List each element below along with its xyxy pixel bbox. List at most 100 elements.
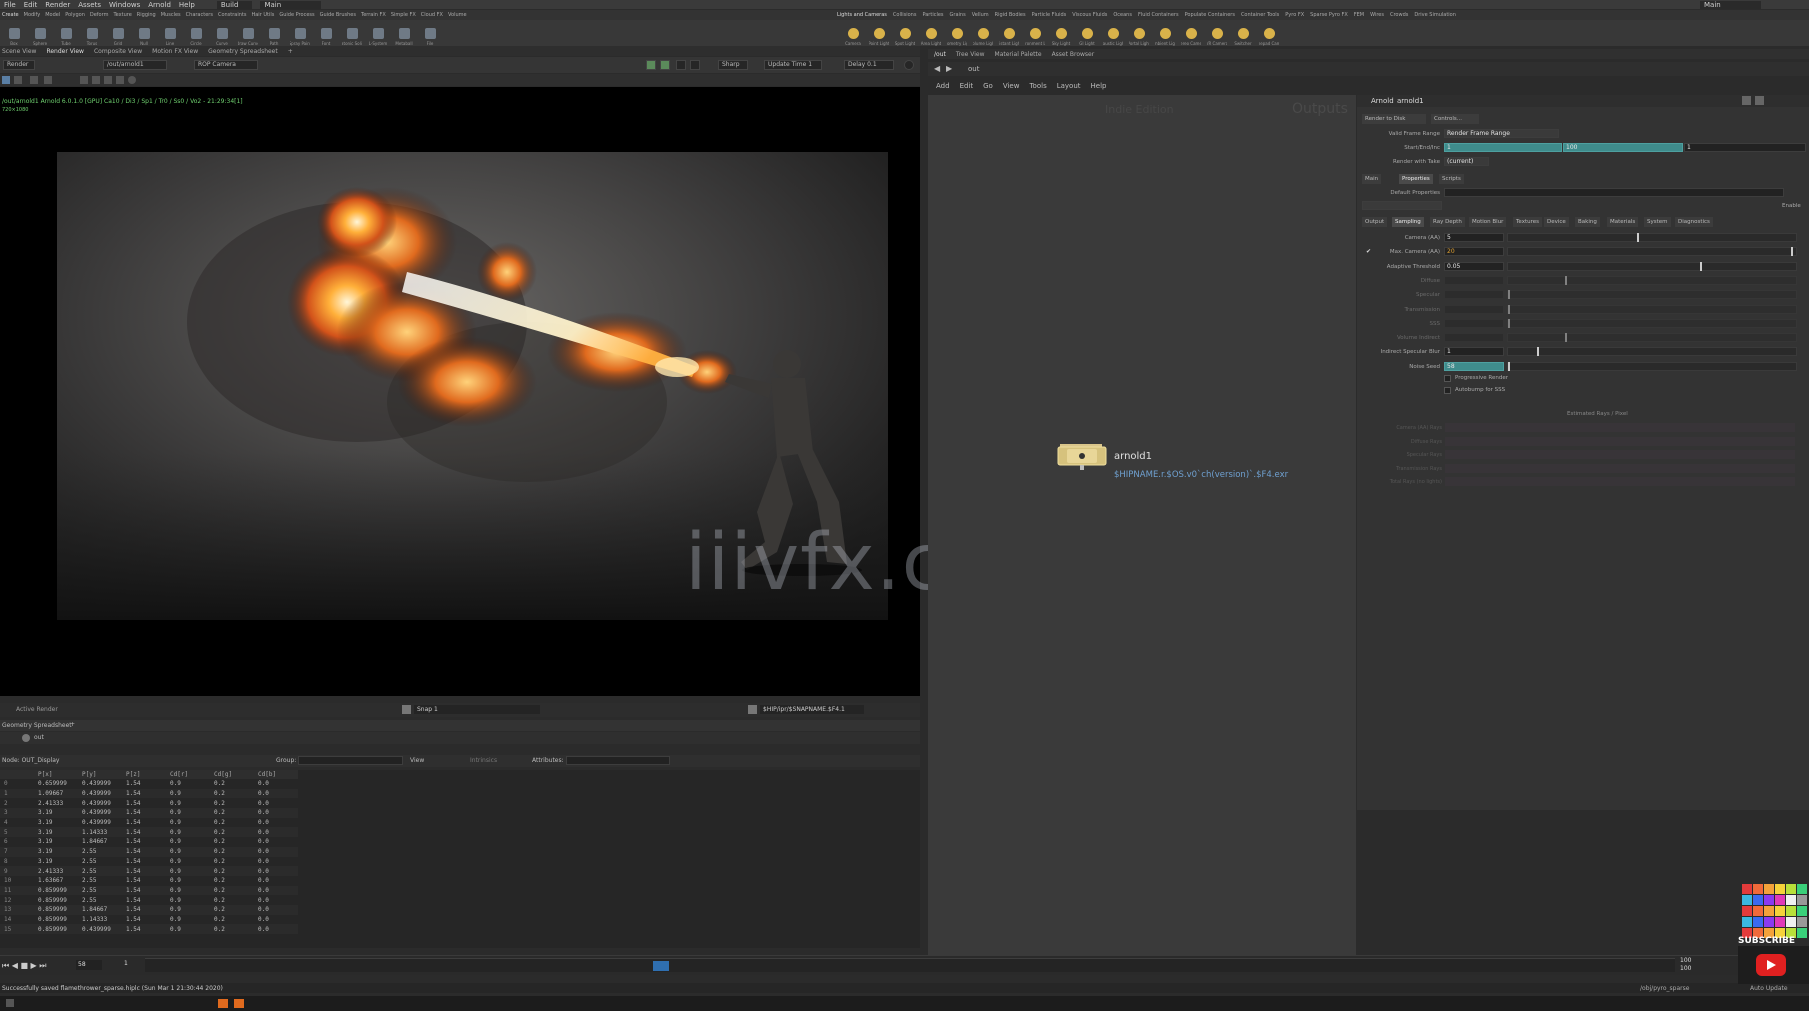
tab-motion-fx-view[interactable]: Motion FX View: [152, 48, 198, 55]
group-field[interactable]: [298, 756, 403, 765]
shelf-tab-sparse-pyro-fx[interactable]: Sparse Pyro FX: [1310, 12, 1348, 18]
column-header[interactable]: P[z]: [122, 770, 166, 779]
back-icon[interactable]: ◀: [934, 64, 940, 73]
param-tab-textures[interactable]: Textures: [1513, 217, 1542, 227]
param-field-noise-seed[interactable]: 58: [1444, 361, 1504, 371]
menu-render[interactable]: Render: [45, 1, 70, 9]
param-tab-ray-depth[interactable]: Ray Depth: [1430, 217, 1465, 227]
table-row[interactable]: 11 0.859999 2.55 1.54 0.9 0.2 0.0: [0, 885, 298, 896]
table-row[interactable]: 13 0.859999 1.84667 1.54 0.9 0.2 0.0: [0, 904, 298, 915]
properties-button[interactable]: [1362, 201, 1442, 210]
houdini-task-icon[interactable]: [218, 999, 228, 1008]
move-icon[interactable]: [92, 76, 100, 84]
end-frame-field[interactable]: 100: [1563, 143, 1683, 152]
param-field-transmission[interactable]: [1444, 304, 1504, 314]
menu-help[interactable]: Help: [179, 1, 195, 9]
end-frame[interactable]: 100: [1680, 957, 1691, 964]
grid-icon[interactable]: [80, 76, 88, 84]
shelf-tab-simple-fx[interactable]: Simple FX: [391, 12, 416, 18]
param-tab-baking[interactable]: Baking: [1575, 217, 1600, 227]
shelf-tab-fluid-containers[interactable]: Fluid Containers: [1138, 12, 1179, 18]
shelf-tool-file[interactable]: File: [420, 21, 440, 46]
table-row[interactable]: 3 3.19 0.439999 1.54 0.9 0.2 0.0: [0, 808, 298, 818]
valid-frame-range-select[interactable]: Render Frame Range: [1444, 129, 1559, 138]
table-row[interactable]: 0 0.659999 0.439999 1.54 0.9 0.2 0.0: [0, 779, 298, 789]
param-tab-diagnostics[interactable]: Diagnostics: [1675, 217, 1713, 227]
snapshot-icon[interactable]: [660, 60, 670, 70]
youtube-play-icon[interactable]: [1756, 954, 1786, 976]
tab-geometry-spreadsheet[interactable]: Geometry Spreadsheet: [208, 48, 278, 55]
slider-handle[interactable]: [1565, 333, 1568, 343]
column-header[interactable]: P[x]: [34, 770, 78, 779]
tab-scene-view[interactable]: Scene View: [2, 48, 36, 55]
shelf-tab-grains[interactable]: Grains: [950, 12, 966, 18]
main-selector-right[interactable]: Main: [1700, 0, 1761, 9]
end-frame-2[interactable]: 100: [1680, 965, 1691, 972]
shelf-tool-environment-light[interactable]: Environment Light: [1025, 21, 1045, 46]
menu-arnold[interactable]: Arnold: [148, 1, 171, 9]
start-frame[interactable]: 1: [124, 960, 128, 967]
shelf-tool-distant-light[interactable]: Distant Light: [999, 21, 1019, 46]
shelf-tab-viscous-fluids[interactable]: Viscous Fluids: [1072, 12, 1107, 18]
network-canvas[interactable]: [928, 95, 1356, 955]
param-tab-scripts[interactable]: Scripts: [1439, 174, 1464, 184]
shelf-tab-deform[interactable]: Deform: [90, 12, 109, 18]
column-header[interactable]: Cd[r]: [166, 770, 210, 779]
shelf-tool-box[interactable]: Box: [4, 21, 24, 46]
column-header[interactable]: Cd[g]: [210, 770, 254, 779]
shelf-tool-l-system[interactable]: L-System: [368, 21, 388, 46]
slider-handle[interactable]: [1508, 318, 1510, 328]
view-selector[interactable]: View: [410, 757, 424, 764]
param-tab-system[interactable]: System: [1644, 217, 1671, 227]
autobump-sss-checkbox[interactable]: [1444, 387, 1451, 394]
start-icon[interactable]: [6, 999, 14, 1007]
shelf-tool-sphere[interactable]: Sphere: [30, 21, 50, 46]
shelf-tab-guide-process[interactable]: Guide Process: [279, 12, 314, 18]
network-tab-asset-browser[interactable]: Asset Browser: [1052, 51, 1095, 58]
preview-icon[interactable]: [646, 60, 656, 70]
table-row[interactable]: 15 0.859999 0.439999 1.54 0.9 0.2 0.0: [0, 924, 298, 934]
zoom-icon[interactable]: [690, 60, 700, 70]
slider-handle[interactable]: [1791, 247, 1794, 257]
column-header[interactable]: [0, 770, 34, 779]
param-slider-noise-seed[interactable]: [1507, 361, 1797, 371]
param-slider-camera-aa[interactable]: [1507, 233, 1797, 242]
shelf-tool-sky-light[interactable]: Sky Light: [1051, 21, 1071, 46]
network-menu-edit[interactable]: Edit: [960, 82, 974, 90]
playback-controls[interactable]: ⏮ ◀ ■ ▶ ⏭: [2, 961, 46, 971]
param-field-indirect-specular-blur[interactable]: 1: [1444, 347, 1504, 357]
shelf-tool-tube[interactable]: Tube: [56, 21, 76, 46]
menu-file[interactable]: File: [4, 1, 16, 9]
shelf-tool-torus[interactable]: Torus: [82, 21, 102, 46]
param-slider-adaptive-threshold[interactable]: [1507, 261, 1797, 271]
shelf-tool-metaball[interactable]: Metaball: [394, 21, 414, 46]
intrinsics-selector[interactable]: Intrinsics: [470, 757, 497, 764]
shelf-tool-volume-light[interactable]: Volume Light: [973, 21, 993, 46]
param-slider-transmission[interactable]: [1507, 304, 1797, 314]
region-icon[interactable]: [2, 76, 10, 84]
render-to-disk-button[interactable]: Render to Disk: [1362, 114, 1426, 124]
slider-handle[interactable]: [1508, 361, 1510, 371]
spreadsheet-path[interactable]: out: [34, 734, 44, 741]
param-slider-indirect-specular-blur[interactable]: [1507, 347, 1797, 357]
table-row[interactable]: 12 0.859999 2.55 1.54 0.9 0.2 0.0: [0, 895, 298, 905]
current-frame-field[interactable]: 58: [76, 960, 102, 970]
shelf-tool-curve[interactable]: Curve: [212, 21, 232, 46]
shelf-tool-spot-light[interactable]: Spot Light: [895, 21, 915, 46]
shelf-tool-gamepad-camera[interactable]: Gamepad Camera: [1259, 21, 1279, 46]
help-icon[interactable]: [904, 60, 914, 70]
shelf-tool-ambient-light[interactable]: Ambient Light: [1155, 21, 1175, 46]
tab-geometry-spreadsheet-bottom[interactable]: Geometry Spreadsheet: [2, 722, 72, 729]
progressive-render-checkbox[interactable]: [1444, 375, 1451, 382]
param-slider-specular[interactable]: [1507, 290, 1797, 300]
shelf-tool-vr-camera[interactable]: VR Camera: [1207, 21, 1227, 46]
param-field-adaptive-threshold[interactable]: 0.05: [1444, 261, 1504, 271]
network-menu-tools[interactable]: Tools: [1029, 82, 1046, 90]
table-row[interactable]: 10 1.63667 2.55 1.54 0.9 0.2 0.0: [0, 876, 298, 886]
column-header[interactable]: Cd[b]: [254, 770, 298, 779]
pause-icon[interactable]: [14, 76, 22, 84]
shelf-tool-circle[interactable]: Circle: [186, 21, 206, 46]
table-row[interactable]: 9 2.41333 2.55 1.54 0.9 0.2 0.0: [0, 866, 298, 876]
network-menu-view[interactable]: View: [1003, 82, 1020, 90]
network-tab-material-palette[interactable]: Material Palette: [995, 51, 1042, 58]
